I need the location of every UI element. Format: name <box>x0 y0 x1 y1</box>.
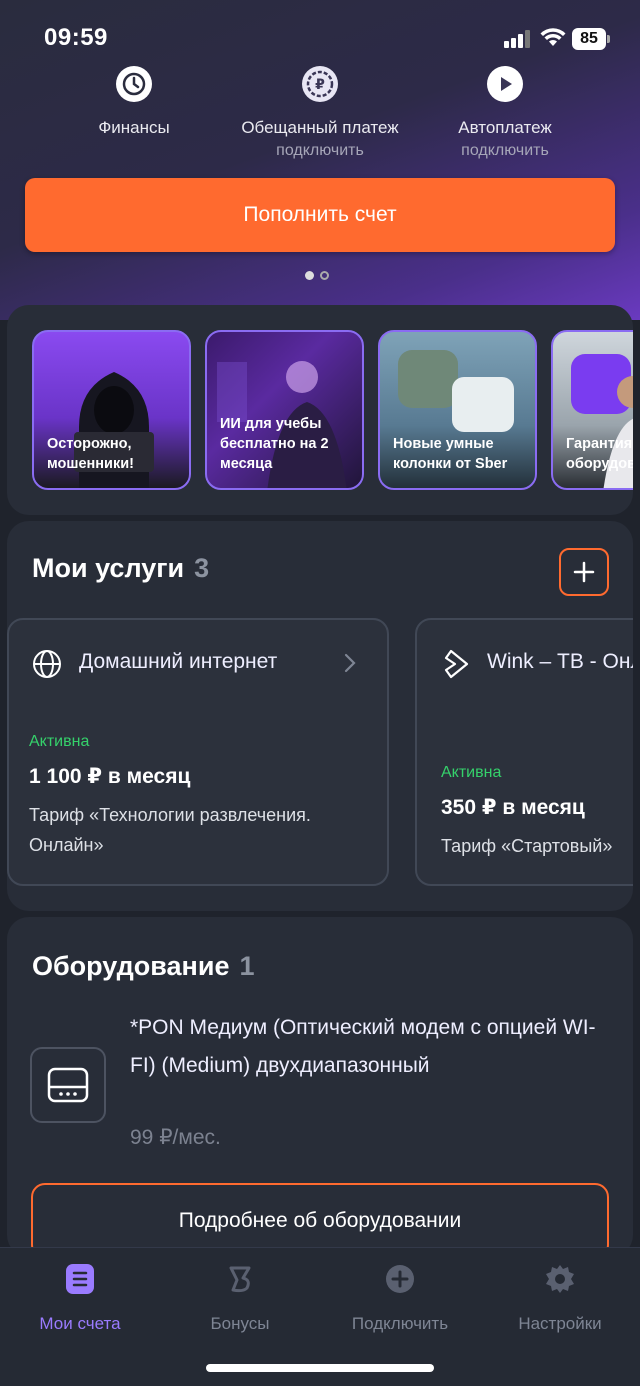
clock-icon <box>116 66 152 102</box>
autopay-label: Автоплатеж <box>458 118 552 137</box>
equipment-price: 99 ₽/мес. <box>130 1126 221 1149</box>
service-price: 1 100 ₽ в месяц <box>29 765 191 788</box>
wink-icon <box>444 649 469 679</box>
service-price: 350 ₽ в месяц <box>441 796 585 819</box>
finance-label: Финансы <box>98 118 170 137</box>
tab-connect[interactable]: Подключить <box>320 1264 480 1334</box>
equipment-count: 1 <box>239 951 255 981</box>
story-caption: ИИ для учебы бесплатно на 2 месяца <box>220 416 329 472</box>
story-caption: Новые умные колонки от Sber <box>393 436 508 472</box>
tab-bonuses[interactable]: Бонусы <box>160 1264 320 1334</box>
services-title: Мои услуги 3 <box>32 553 210 583</box>
modem-icon <box>30 1047 106 1123</box>
equipment-title: Оборудование 1 <box>32 951 255 981</box>
promised-payment-sub: подключить <box>276 142 364 159</box>
autopay-sub: подключить <box>461 142 549 159</box>
chevron-right-icon <box>344 653 356 673</box>
accounts-icon <box>65 1264 95 1294</box>
tab-label: Подключить <box>351 1314 449 1333</box>
stories-carousel[interactable]: Осторожно, мошенники! ИИ для учебы беспл… <box>7 305 633 515</box>
tab-label: Бонусы <box>210 1314 270 1333</box>
story-ai[interactable]: ИИ для учебы бесплатно на 2 месяца <box>205 330 364 490</box>
globe-icon <box>33 650 61 678</box>
topup-button[interactable]: Пополнить счет <box>25 178 615 252</box>
equipment-section: Оборудование 1 *PON Медиум (Оптический мо… <box>7 917 633 1259</box>
service-name: Wink – ТВ - Онлайн <box>487 650 633 673</box>
service-tariff: Тариф «Технологии развлечения. Онлайн» <box>29 805 311 855</box>
play-icon <box>487 66 523 102</box>
service-status: Активна <box>441 764 502 781</box>
tab-label: Настройки <box>518 1314 602 1333</box>
add-service-button[interactable] <box>559 548 609 596</box>
gear-icon <box>545 1264 575 1294</box>
svg-text:₽: ₽ <box>315 77 325 93</box>
signal-icon <box>504 30 530 48</box>
service-tariff: Тариф «Стартовый» <box>441 836 613 856</box>
battery-indicator: 85 <box>572 28 610 50</box>
story-caption: Осторожно, мошенники! <box>47 436 134 472</box>
home-indicator <box>206 1364 434 1372</box>
status-time: 09:59 <box>44 24 108 51</box>
story-caption: Гарантия на оборудование <box>566 436 633 472</box>
service-name: Домашний интернет <box>79 650 278 673</box>
wifi-icon <box>540 28 566 46</box>
services-section: Мои услуги 3 Домашний интернет Активна 1 … <box>7 521 633 911</box>
story-speakers[interactable]: Новые умные колонки от Sber <box>378 330 537 490</box>
pager-dots <box>305 271 329 280</box>
bonus-icon <box>225 1264 255 1294</box>
finance-action[interactable]: Финансы <box>34 66 234 138</box>
status-bar: 09:59 85 <box>0 22 640 56</box>
service-card-wink[interactable]: Wink – ТВ - Онлайн Активна 350 ₽ в месяц… <box>415 618 633 886</box>
equipment-name: *PON Медиум (Оптический модем с опцией W… <box>130 1016 596 1077</box>
tab-accounts[interactable]: Мои счета <box>0 1264 160 1334</box>
service-status: Активна <box>29 733 90 750</box>
services-count: 3 <box>194 553 210 583</box>
ruble-circle-icon: ₽ <box>302 66 338 102</box>
promised-payment-action[interactable]: ₽ Обещанный платеж подключить <box>220 66 420 160</box>
service-card-internet[interactable]: Домашний интернет Активна 1 100 ₽ в меся… <box>7 618 389 886</box>
story-fraud[interactable]: Осторожно, мошенники! <box>32 330 191 490</box>
plus-circle-icon <box>385 1264 415 1294</box>
plus-icon <box>573 561 595 583</box>
promised-payment-label: Обещанный платеж <box>241 118 399 137</box>
tab-settings[interactable]: Настройки <box>480 1264 640 1334</box>
autopay-action[interactable]: Автоплатеж подключить <box>405 66 605 160</box>
tab-label: Мои счета <box>39 1314 121 1333</box>
story-warranty[interactable]: Гарантия на оборудование <box>551 330 633 490</box>
